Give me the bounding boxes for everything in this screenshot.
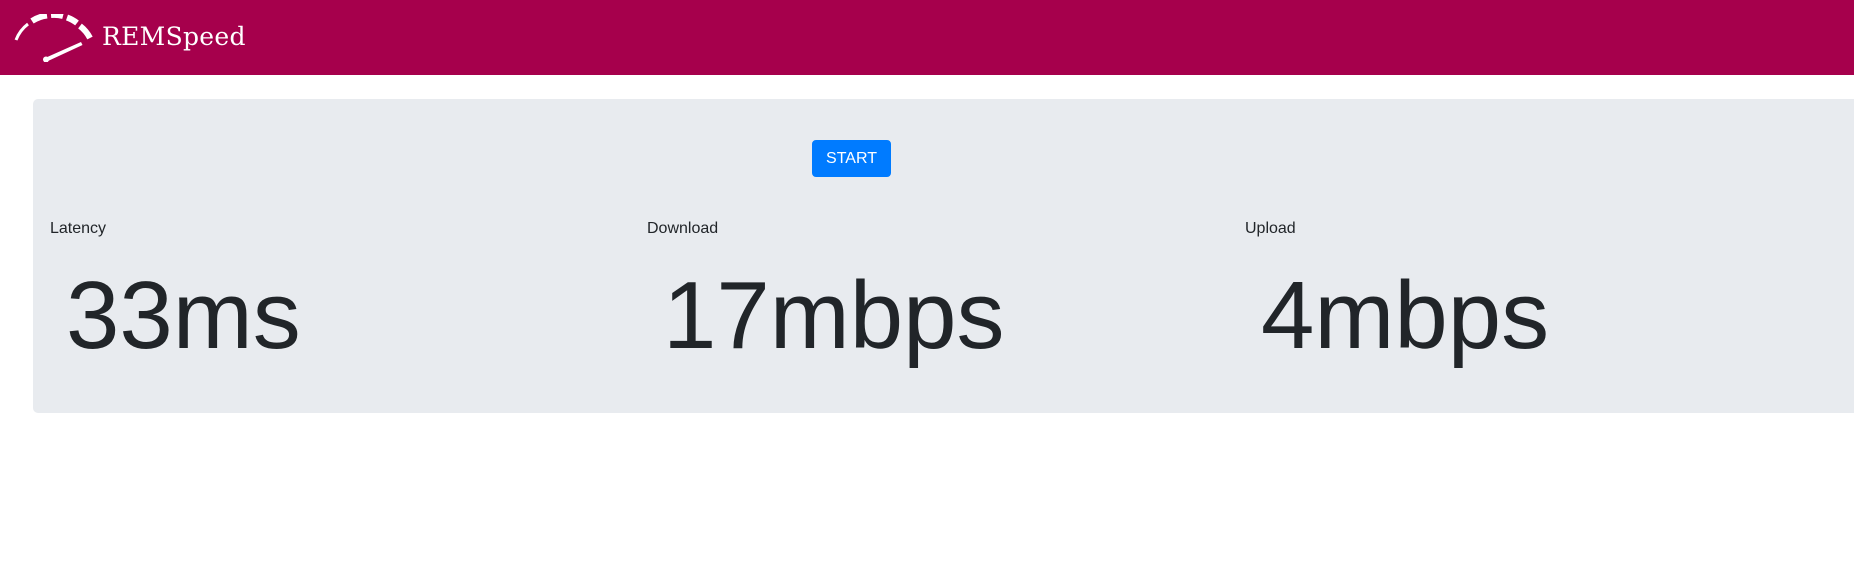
brand-link[interactable]: REMSpeed — [14, 13, 246, 62]
latency-value: 33ms — [66, 262, 301, 369]
speedometer-icon — [14, 13, 93, 62]
download-metric: Download 17mbps — [647, 219, 1244, 364]
upload-label: Upload — [1245, 220, 1296, 237]
download-label: Download — [647, 220, 719, 237]
latency-label: Latency — [50, 220, 107, 237]
brand-name: REMSpeed — [102, 21, 246, 51]
speedtest-panel: START Latency 33ms Download 17mbps Uploa… — [33, 99, 1854, 413]
upload-metric: Upload 4mbps — [1245, 219, 1842, 364]
navbar: REMSpeed — [0, 0, 1854, 75]
upload-value: 4mbps — [1261, 262, 1550, 369]
latency-metric: Latency 33ms — [50, 219, 647, 364]
download-value: 17mbps — [663, 262, 1005, 369]
start-button[interactable]: START — [812, 140, 891, 177]
